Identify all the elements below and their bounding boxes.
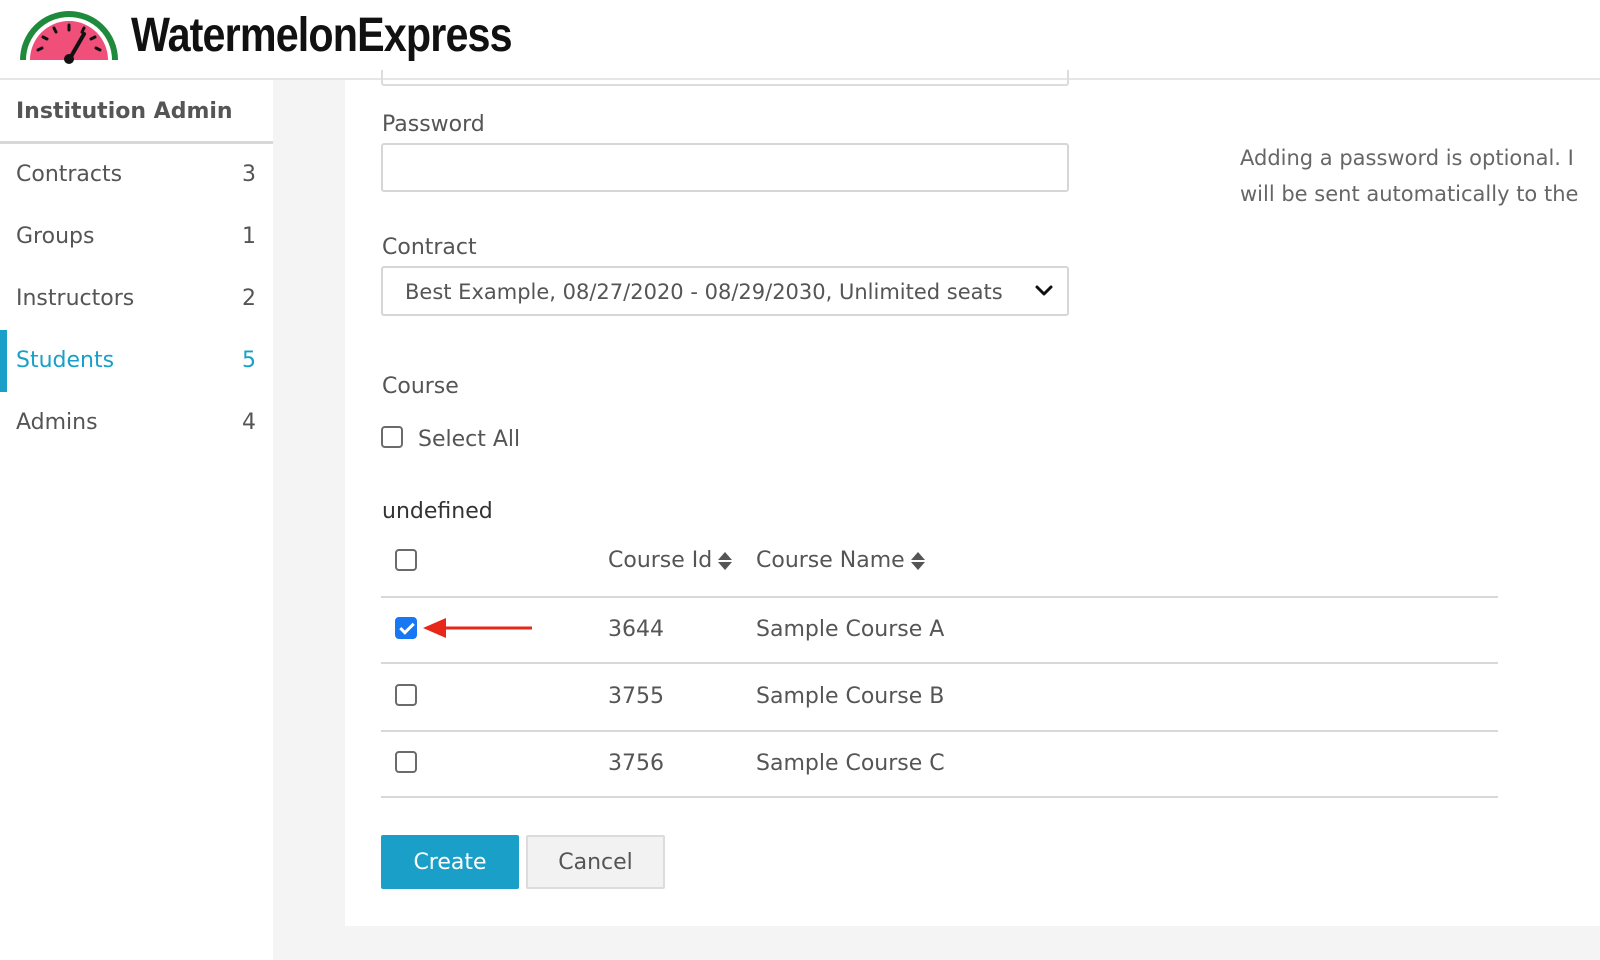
cancel-button[interactable]: Cancel [526,835,665,889]
sidebar-item-label: Students [16,348,115,373]
contract-select[interactable]: Best Example, 08/27/2020 - 08/29/2030, U… [381,266,1069,316]
sidebar-item-groups[interactable]: Groups 1 [0,206,273,268]
table-header-checkbox[interactable] [395,549,417,571]
create-button[interactable]: Create [381,835,519,889]
contract-label: Contract [382,235,477,260]
sidebar-item-label: Admins [16,410,98,435]
sort-icon [910,550,925,572]
app-header: WatermelonExpress [0,0,1600,80]
sidebar: Institution Admin Contracts 3 Groups 1 I… [0,80,273,960]
table-divider [381,796,1498,798]
course-id-cell: 3756 [608,751,664,776]
sidebar-item-count: 4 [242,410,256,435]
row-checkbox[interactable] [395,751,417,773]
sidebar-item-count: 2 [242,286,256,311]
chevron-down-icon [1035,285,1053,296]
course-name-cell: Sample Course B [756,684,945,709]
select-all-label[interactable]: Select All [418,427,520,452]
sidebar-title: Institution Admin [0,80,273,144]
sidebar-item-count: 3 [242,162,256,187]
sidebar-item-count: 1 [242,224,256,249]
watermelon-speedometer-icon [20,11,118,64]
sidebar-item-count: 5 [242,348,256,373]
password-input[interactable] [381,143,1069,192]
group-label: undefined [382,499,493,524]
column-header-course-id[interactable]: Course Id [608,548,733,573]
sidebar-item-label: Instructors [16,286,135,311]
sidebar-item-label: Groups [16,224,95,249]
column-header-course-name[interactable]: Course Name [756,548,925,573]
table-divider [381,662,1498,664]
sidebar-item-admins[interactable]: Admins 4 [0,392,273,454]
course-name-cell: Sample Course A [756,617,945,642]
course-id-cell: 3644 [608,617,664,642]
sidebar-item-label: Contracts [16,162,123,187]
sidebar-item-contracts[interactable]: Contracts 3 [0,144,273,206]
row-checkbox[interactable] [395,684,417,706]
course-id-cell: 3755 [608,684,664,709]
row-checkbox[interactable] [395,617,417,639]
brand-name: WatermelonExpress [131,9,513,62]
table-divider [381,596,1498,598]
select-all-checkbox[interactable] [381,426,403,448]
annotation-arrow-icon [423,618,532,638]
table-divider [381,730,1498,732]
course-label: Course [382,374,459,399]
sort-icon [718,550,733,572]
previous-field-input[interactable] [381,70,1069,86]
password-help-text: Adding a password is optional. I will be… [1240,146,1579,206]
sidebar-item-students[interactable]: Students 5 [0,330,273,392]
password-label: Password [382,112,485,137]
contract-selected-value: Best Example, 08/27/2020 - 08/29/2030, U… [405,280,1003,304]
course-name-cell: Sample Course C [756,751,945,776]
sidebar-item-instructors[interactable]: Instructors 2 [0,268,273,330]
